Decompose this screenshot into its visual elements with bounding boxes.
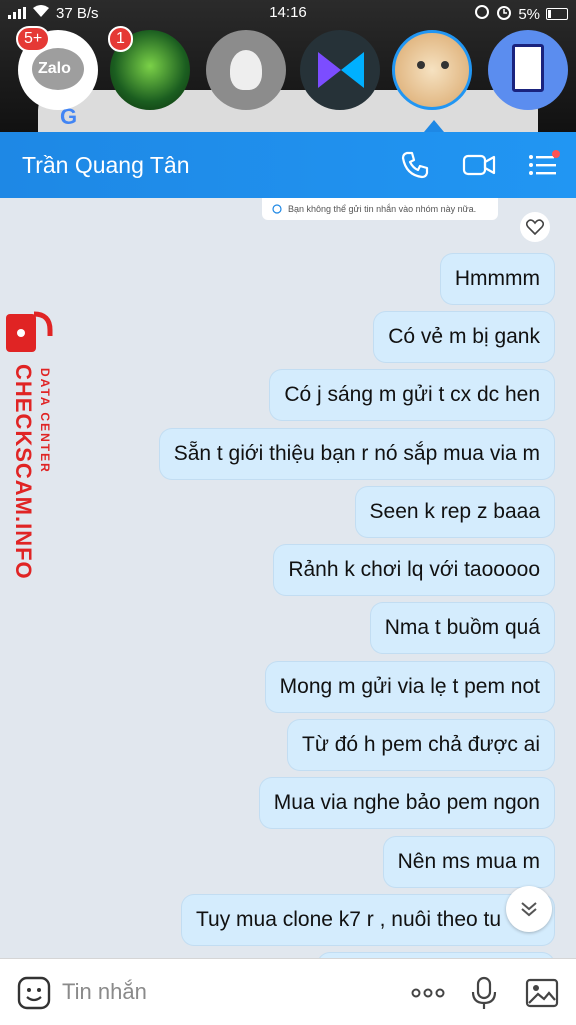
like-reaction-button[interactable] [520,212,550,242]
battery-percent: 5% [518,5,540,23]
message-bubble[interactable]: Rảnh k chơi lq với taooooo [274,545,554,595]
message-input[interactable]: Tin nhắn [62,979,147,1005]
message-list[interactable]: Bạn không thể gửi tin nhắn vào nhóm này … [0,198,576,958]
active-head-pointer [424,120,444,132]
video-call-icon[interactable] [462,148,496,182]
phone-call-icon[interactable] [398,148,432,182]
message-bubble[interactable]: Seen k rep z baaa [355,487,554,537]
contact-name[interactable]: Trần Quang Tân [22,152,190,179]
chat-head-zalo[interactable]: Zalo 5+ [16,26,98,110]
chat-header: Trần Quang Tân [0,132,576,198]
chat-heads-row: Zalo 5+ 1 [0,26,576,130]
battery-icon [546,8,568,20]
chat-head-contact-3[interactable] [206,30,286,110]
watermark-text: CHECKSCAM.INFO [11,364,36,580]
menu-icon[interactable] [526,148,560,182]
heart-icon [526,219,544,235]
rotation-lock-icon [474,4,490,24]
unread-badge: 5+ [16,26,51,52]
chat-head-contact-2[interactable]: 1 [108,26,190,110]
unread-badge: 1 [108,26,133,52]
image-gallery-icon[interactable] [524,975,560,1011]
cat-eye-icon [441,61,449,69]
alarm-icon [496,4,512,24]
chat-head-notes-app[interactable] [488,30,568,110]
bowtie-logo-icon [318,52,364,88]
message-input-bar: Tin nhắn [0,958,576,1025]
zalo-logo-label: Zalo [38,60,71,77]
chat-head-active-contact[interactable] [392,30,472,110]
message-bubble[interactable]: Có vẻ m bị gank [374,312,554,362]
cat-eye-icon [417,61,425,69]
group-notice: Bạn không thể gửi tin nhắn vào nhóm này … [262,198,498,220]
avatar-placeholder-icon [230,50,262,90]
message-bubble[interactable]: Tuy mua clone k7 r , nuôi theo tu [182,895,554,945]
message-bubble[interactable]: Nên ms mua m [383,837,554,887]
message-bubble[interactable]: Từ đó h pem chả được ai [288,720,554,770]
group-notice-text: Bạn không thể gửi tin nhắn vào nhóm này … [288,204,477,214]
message-bubble[interactable]: Mong m gửi via lẹ t pem not [265,662,554,712]
message-bubble[interactable]: Hmmmm [440,254,554,304]
clipboard-icon [512,44,544,92]
double-chevron-down-icon [521,902,537,917]
more-options-icon[interactable] [410,975,446,1011]
chat-head-app-4[interactable] [300,30,380,110]
sticker-emoji-icon[interactable] [16,975,52,1011]
message-bubble[interactable]: Mua via nghe bảo pem ngon [259,778,554,828]
status-bar: 37 B/s 14:16 5% [0,0,576,26]
message-bubble[interactable]: Có j sáng m gửi t cx dc hen [270,370,554,420]
message-bubble[interactable]: Sẵn t giới thiệu bạn r nó sắp mua via m [159,429,554,479]
message-bubble[interactable]: Nma t buồm quá [370,603,554,653]
info-icon [272,204,282,214]
microphone-icon[interactable] [466,975,502,1011]
watermark: CHECKSCAM.INFO DATA CENTER [4,310,64,590]
padlock-icon [6,311,53,352]
watermark-subtext: DATA CENTER [38,368,52,474]
scroll-to-bottom-button[interactable] [506,886,552,932]
